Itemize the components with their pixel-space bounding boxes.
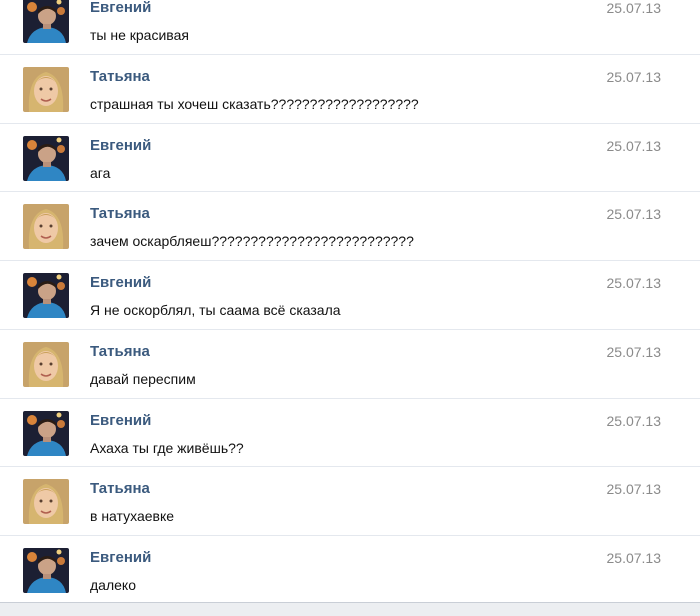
message-text: страшная ты хочеш сказать???????????????… <box>90 95 419 112</box>
message-date: 25.07.13 <box>606 137 662 154</box>
message-author[interactable]: Евгений <box>90 137 151 154</box>
message-author[interactable]: Татьяна <box>90 205 150 222</box>
message-row: Татьяна зачем оскарбляеш????????????????… <box>0 192 700 261</box>
bottom-bar <box>0 602 700 616</box>
message-row: Татьяна в натухаевке 25.07.13 <box>0 467 700 536</box>
avatar-evgeny-image <box>23 548 69 593</box>
message-row: Евгений ты не красивая 25.07.13 <box>0 0 700 55</box>
message-date: 25.07.13 <box>606 412 662 429</box>
message-date: 25.07.13 <box>606 550 662 566</box>
avatar-tatyana-image <box>23 479 69 525</box>
message-row: Евгений Я не оскорблял, ты саама всё ска… <box>0 261 700 330</box>
message-text: зачем оскарбляеш????????????????????????… <box>90 233 414 250</box>
message-text: давай переспим <box>90 370 196 387</box>
avatar-evgeny-image <box>23 273 69 318</box>
message-date: 25.07.13 <box>606 0 662 16</box>
avatar-evgeny[interactable] <box>23 410 69 456</box>
message-text: Я не оскорблял, ты саама всё сказала <box>90 302 341 318</box>
message-row: Евгений далеко 25.07.13 <box>0 536 700 605</box>
message-text: далеко <box>90 577 136 593</box>
message-text: Ахаха ты где живёшь?? <box>90 439 244 456</box>
message-author[interactable]: Татьяна <box>90 480 150 497</box>
message-author[interactable]: Евгений <box>90 549 151 566</box>
avatar-evgeny[interactable] <box>23 135 69 181</box>
avatar-tatyana-image <box>23 204 69 250</box>
avatar-tatyana[interactable] <box>23 204 69 250</box>
message-text: ага <box>90 164 111 181</box>
message-row: Татьяна страшная ты хочеш сказать???????… <box>0 55 700 124</box>
message-text: в натухаевке <box>90 508 175 525</box>
message-date: 25.07.13 <box>606 68 662 85</box>
message-author[interactable]: Татьяна <box>90 343 150 360</box>
avatar-evgeny[interactable] <box>23 273 69 318</box>
avatar-evgeny-image <box>23 410 69 456</box>
message-row: Евгений Ахаха ты где живёшь?? 25.07.13 <box>0 399 700 468</box>
message-date: 25.07.13 <box>606 481 662 498</box>
message-author[interactable]: Евгений <box>90 0 151 16</box>
message-row: Татьяна давай переспим 25.07.13 <box>0 330 700 399</box>
message-date: 25.07.13 <box>606 206 662 223</box>
message-text: ты не красивая <box>90 27 189 43</box>
avatar-evgeny-image <box>23 135 69 181</box>
avatar-evgeny-image <box>23 0 69 43</box>
message-author[interactable]: Евгений <box>90 274 151 291</box>
avatar-tatyana[interactable] <box>23 479 69 525</box>
message-date: 25.07.13 <box>606 275 662 291</box>
avatar-tatyana-image <box>23 66 69 112</box>
message-row: Евгений ага 25.07.13 <box>0 124 700 193</box>
avatar-evgeny[interactable] <box>23 548 69 593</box>
message-author[interactable]: Татьяна <box>90 68 150 85</box>
message-feed: Евгений ты не красивая 25.07.13 Татьяна … <box>0 0 700 605</box>
avatar-tatyana[interactable] <box>23 66 69 112</box>
avatar-evgeny[interactable] <box>23 0 69 43</box>
avatar-tatyana-image <box>23 341 69 387</box>
avatar-tatyana[interactable] <box>23 341 69 387</box>
message-author[interactable]: Евгений <box>90 412 151 429</box>
message-date: 25.07.13 <box>606 343 662 360</box>
